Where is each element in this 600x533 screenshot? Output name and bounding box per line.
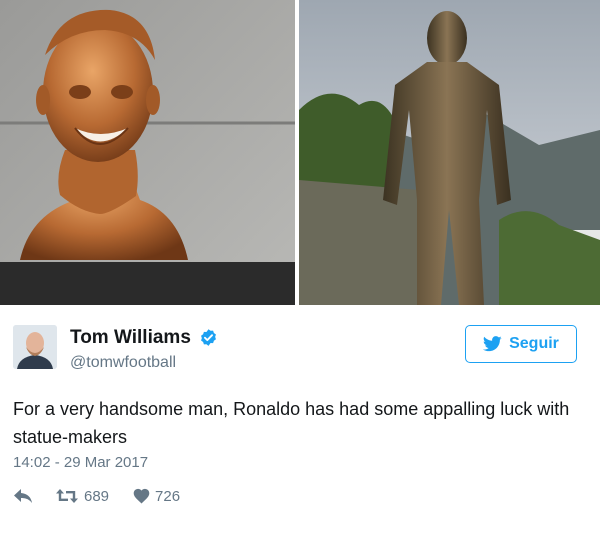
- reply-icon: [14, 489, 32, 503]
- author-handle[interactable]: @tomwfootball: [70, 354, 176, 372]
- retweet-icon: [56, 489, 78, 503]
- author-name[interactable]: Tom Williams: [70, 327, 191, 349]
- verified-badge-icon: [201, 329, 216, 346]
- twitter-bird-icon: [483, 336, 502, 352]
- reply-button[interactable]: [13, 488, 33, 504]
- retweet-button[interactable]: 689: [55, 488, 109, 505]
- like-button[interactable]: 726: [133, 488, 180, 505]
- tweet-timestamp[interactable]: 14:02 - 29 Mar 2017: [13, 454, 148, 471]
- bust-photo[interactable]: [0, 0, 295, 305]
- heart-icon: [133, 488, 150, 504]
- tweet-text: For a very handsome man, Ronaldo has had…: [13, 399, 570, 447]
- tweet-media: [0, 0, 600, 305]
- avatar[interactable]: [13, 325, 57, 369]
- follow-button[interactable]: Seguir: [465, 325, 577, 363]
- tweet-actions: 689 726: [13, 485, 180, 507]
- retweet-count: 689: [84, 487, 110, 505]
- like-count: 726: [155, 487, 181, 505]
- tweet-card: Tom Williams @tomwfootball Seguir For a …: [0, 305, 600, 533]
- statue-photo[interactable]: [299, 0, 600, 305]
- follow-button-label: Seguir: [509, 335, 559, 352]
